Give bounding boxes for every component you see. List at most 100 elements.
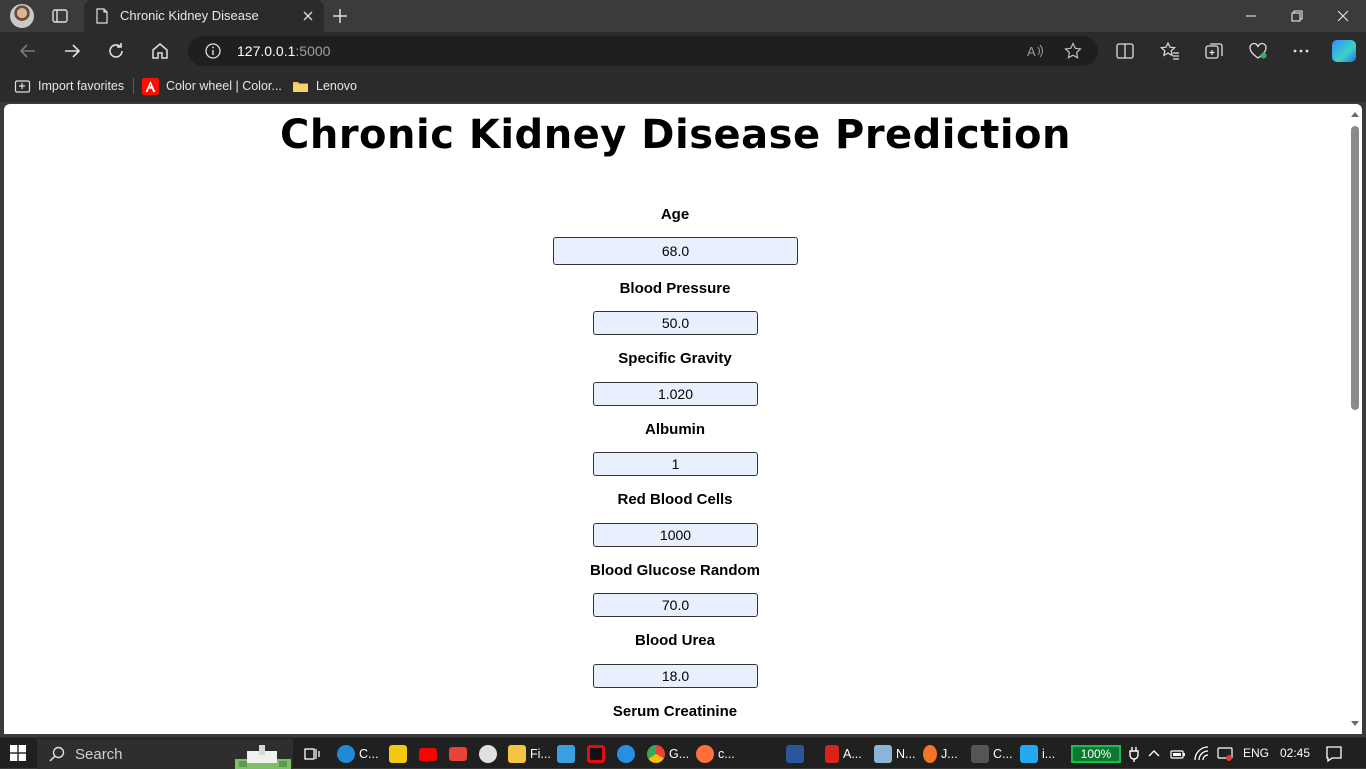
age-label: Age <box>660 206 690 223</box>
search-highlight-illustration-icon <box>235 745 291 769</box>
url-text[interactable]: 127.0.0.1:5000 <box>237 43 330 59</box>
blood-glucose-random-input[interactable] <box>593 593 758 617</box>
home-icon <box>152 43 168 59</box>
taskbar-app-internet-explorer[interactable] <box>617 744 635 764</box>
scroll-up-arrow-icon[interactable] <box>1351 112 1359 117</box>
taskbar-app-firefox[interactable]: c... <box>696 744 735 764</box>
scroll-down-arrow-icon[interactable] <box>1351 721 1359 726</box>
refresh-button[interactable] <box>105 40 127 62</box>
copilot-icon[interactable] <box>1332 40 1356 62</box>
wifi-icon[interactable] <box>1194 746 1210 762</box>
file-explorer-icon <box>508 745 526 763</box>
taskbar-app-edge-label: C... <box>359 747 379 761</box>
page-viewport: Chronic Kidney Disease Prediction Age Bl… <box>4 104 1362 734</box>
favorites-button[interactable] <box>1160 41 1180 61</box>
back-arrow-icon <box>19 44 35 58</box>
taskbar-app-jupyter[interactable]: J... <box>923 744 958 764</box>
split-screen-button[interactable] <box>1115 41 1135 61</box>
power-plug-icon[interactable] <box>1126 746 1142 762</box>
taskbar-app-vscode[interactable]: i... <box>1020 744 1055 764</box>
new-tab-icon[interactable] <box>330 6 350 26</box>
age-input[interactable] <box>553 237 798 265</box>
store-icon <box>389 745 407 763</box>
url-host: 127.0.0.1 <box>237 43 296 59</box>
split-screen-icon <box>1116 43 1134 59</box>
task-view-icon[interactable] <box>304 746 320 762</box>
clock-time[interactable]: 02:45 <box>1280 746 1310 760</box>
collections-icon <box>1205 43 1223 59</box>
home-button[interactable] <box>149 40 171 62</box>
read-aloud-icon[interactable]: A <box>1026 42 1044 60</box>
taskbar-app-word[interactable] <box>786 744 804 764</box>
red-blood-cells-input[interactable] <box>593 523 758 547</box>
gmail-icon <box>449 747 467 761</box>
taskbar-app-store[interactable] <box>389 744 407 764</box>
taskbar-search[interactable]: Search <box>37 739 293 769</box>
youtube-icon <box>419 747 437 761</box>
refresh-icon <box>109 43 123 58</box>
tab-actions-icon[interactable] <box>50 6 70 26</box>
browser-toolbar: 127.0.0.1:5000 A <box>0 32 1366 70</box>
scrollbar-thumb[interactable] <box>1351 126 1359 410</box>
site-info-icon[interactable] <box>204 42 222 60</box>
albumin-input[interactable] <box>593 452 758 476</box>
chevron-up-icon[interactable] <box>1146 746 1162 762</box>
taskbar-app-jupyter-label: J... <box>941 747 958 761</box>
favorite-lenovo-label: Lenovo <box>316 79 358 93</box>
taskbar-app-terminal-label: C... <box>993 747 1013 761</box>
battery-icon[interactable] <box>1170 746 1186 762</box>
search-label: Search <box>75 746 123 763</box>
favorite-color-wheel[interactable]: Color wheel | Color... <box>142 77 282 95</box>
red-blood-cells-label: Red Blood Cells <box>617 491 733 508</box>
settings-more-button[interactable] <box>1291 41 1311 61</box>
taskbar-app-acrobat[interactable]: A... <box>825 744 862 764</box>
jupyter-icon <box>923 745 937 763</box>
battery-percentage[interactable]: 100% <box>1071 745 1121 763</box>
collections-button[interactable] <box>1204 41 1224 61</box>
import-favorites-icon <box>14 79 31 93</box>
taskbar-app-chrome-app[interactable] <box>479 744 497 764</box>
taskbar-app-netflix[interactable] <box>587 744 605 764</box>
terminal-icon <box>971 745 989 763</box>
taskbar-app-remote-desktop[interactable] <box>557 744 575 764</box>
windows-start-icon[interactable] <box>10 745 26 761</box>
taskbar-app-notepad[interactable]: N... <box>874 744 915 764</box>
heart-pulse-icon <box>1249 42 1267 59</box>
notification-center-icon[interactable] <box>1325 745 1343 763</box>
restore-button[interactable] <box>1274 0 1320 32</box>
taskbar-app-chrome[interactable]: G... <box>647 744 689 764</box>
back-button[interactable] <box>17 40 39 62</box>
profile-avatar[interactable] <box>10 4 34 28</box>
taskbar-app-gmail[interactable] <box>449 744 467 764</box>
minimize-button[interactable] <box>1228 0 1274 32</box>
favorite-color-wheel-label: Color wheel | Color... <box>166 79 282 93</box>
edge-icon <box>337 745 355 763</box>
blood-urea-input[interactable] <box>593 664 758 688</box>
page-scrollbar[interactable] <box>1347 104 1362 734</box>
taskbar-app-edge[interactable]: C... <box>337 744 378 764</box>
specific-gravity-input[interactable] <box>593 382 758 406</box>
blood-pressure-label: Blood Pressure <box>619 280 731 297</box>
address-bar[interactable]: 127.0.0.1:5000 A <box>188 36 1098 66</box>
display-icon[interactable] <box>1217 746 1233 762</box>
close-tab-icon[interactable] <box>300 8 316 24</box>
tab-active[interactable]: Chronic Kidney Disease <box>84 0 324 32</box>
favorite-star-icon[interactable] <box>1064 42 1082 60</box>
forward-arrow-icon <box>65 44 81 58</box>
close-window-button[interactable] <box>1320 0 1366 32</box>
blood-pressure-input[interactable] <box>593 311 758 335</box>
language-indicator[interactable]: ENG <box>1243 746 1269 760</box>
favorite-import-label: Import favorites <box>38 79 125 93</box>
more-dots-icon <box>1293 49 1309 53</box>
browser-essentials-button[interactable] <box>1248 41 1268 61</box>
taskbar-app-youtube[interactable] <box>419 744 437 764</box>
page-icon <box>96 8 108 24</box>
svg-text:A: A <box>1027 44 1036 59</box>
forward-button[interactable] <box>61 40 83 62</box>
chrome-icon <box>647 745 665 763</box>
taskbar-app-file-explorer[interactable]: Fi... <box>508 744 551 764</box>
taskbar-app-terminal[interactable]: C... <box>971 744 1012 764</box>
favorite-import[interactable]: Import favorites <box>14 77 124 95</box>
favorite-lenovo-folder[interactable]: Lenovo <box>292 77 357 95</box>
favorites-divider <box>133 78 134 94</box>
